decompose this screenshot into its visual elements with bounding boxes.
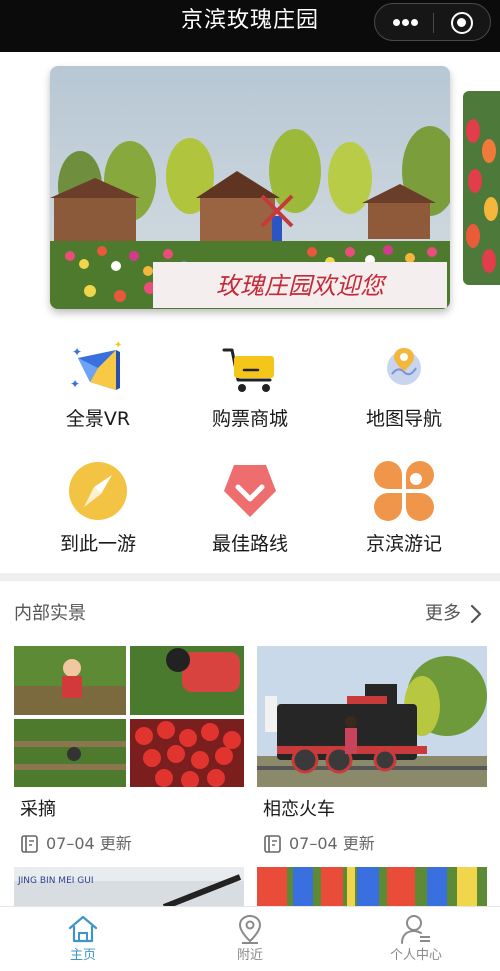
card-update-text: 07–04 更新 [289,834,375,853]
compass-icon [69,462,127,520]
banner-image: 玫瑰庄园欢迎您 [50,66,450,309]
map-pin-icon [387,348,421,385]
section-divider [0,573,500,581]
calendar-icon [21,835,38,853]
card-title-train[interactable]: 相恋火车 [263,798,335,822]
calendar-icon [264,835,281,853]
card-update-text: 07–04 更新 [46,834,132,853]
shopping-cart-icon [222,348,274,392]
card-image-partial-right[interactable] [257,867,487,909]
more-dots-icon[interactable] [393,18,418,28]
banner-carousel[interactable]: 玫瑰庄园欢迎您 [50,66,450,309]
tab-profile[interactable]: 个人中心 [333,907,499,971]
grid-label-map: 地图导航 [365,408,442,430]
tab-bar: 主页 附近 个人中心 [0,906,500,971]
grid-item-map[interactable]: 地图导航 [344,340,464,435]
grid-label-checkin: 到此一游 [59,533,136,555]
banner-next-preview[interactable] [463,91,500,285]
card-meta-train: 07–04 更新 [263,833,403,855]
partial-card-sign: JING BIN MEI GUI [17,876,93,886]
card-title-picking[interactable]: 采摘 [20,798,56,822]
grid-label-notes: 京滨游记 [365,533,442,555]
banner-sign-text: 玫瑰庄园欢迎您 [216,272,388,300]
travel-notes-icon [374,461,434,521]
home-icon [68,915,98,943]
grid-label-vr: 全景VR [65,408,131,430]
grid-item-notes[interactable]: 京滨游记 [344,461,464,558]
grid-item-vr[interactable]: ✦ ✦ ✦ 全景VR [38,340,158,435]
card-image-train[interactable] [257,646,487,787]
capsule-divider [433,13,434,33]
mini-program-capsule [374,3,491,41]
card-image-picking[interactable] [14,646,244,787]
grid-label-tickets: 购票商城 [211,408,288,430]
card-image-partial-left[interactable]: JING BIN MEI GUI [14,867,244,909]
grid-item-route[interactable]: 最佳路线 [190,461,310,558]
tab-label-home: 主页 [69,948,96,963]
user-icon [401,915,430,944]
grid-item-checkin[interactable]: 到此一游 [38,461,158,558]
nav-bar: 京滨玫瑰庄园 [0,0,500,52]
chevron-right-icon[interactable] [469,604,483,624]
svg-text:✦: ✦ [72,345,82,359]
section-title: 内部实景 [14,603,86,624]
section-more-link[interactable]: 更多 [425,601,461,627]
tab-label-profile: 个人中心 [389,948,442,963]
tab-home[interactable]: 主页 [0,907,166,971]
target-circle-icon[interactable] [451,12,473,34]
vr-cube-icon: ✦ ✦ ✦ [70,340,122,391]
svg-text:✦: ✦ [114,340,122,351]
svg-text:✦: ✦ [70,377,80,391]
tab-label-nearby: 附近 [236,948,263,963]
location-icon [238,914,262,944]
grid-label-route: 最佳路线 [211,533,288,555]
tab-nearby[interactable]: 附近 [167,907,333,971]
route-diamond-icon [224,465,276,517]
card-meta-picking: 07–04 更新 [20,833,160,855]
grid-item-tickets[interactable]: 购票商城 [190,340,310,435]
